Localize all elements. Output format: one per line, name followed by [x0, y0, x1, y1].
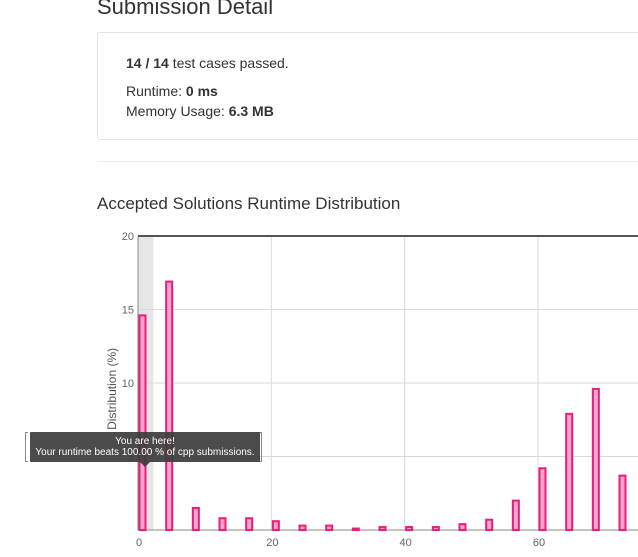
result-panel: 14 / 14 test cases passed. Runtime: 0 ms…: [97, 32, 638, 140]
tooltip-text: Your runtime beats 100.00 % of cpp submi…: [35, 447, 255, 458]
x-tick-label: 60: [533, 537, 545, 549]
bar: [405, 526, 414, 531]
x-tick-label: 0: [136, 537, 142, 549]
bar: [431, 526, 440, 531]
bar: [218, 517, 227, 531]
bar: [565, 412, 574, 531]
x-tick-label: 20: [266, 537, 278, 549]
bar: [298, 524, 307, 531]
test-cases-line: 14 / 14 test cases passed.: [126, 55, 289, 71]
bar: [325, 524, 334, 531]
runtime-tooltip: You are here! Your runtime beats 100.00 …: [30, 432, 260, 462]
bar: [591, 387, 600, 531]
memory-line: Memory Usage: 6.3 MB: [126, 103, 274, 119]
x-tick-label: 40: [400, 537, 412, 549]
runtime-line: Runtime: 0 ms: [126, 83, 218, 99]
distribution-title: Accepted Solutions Runtime Distribution: [97, 194, 401, 213]
test-cases-suffix: test cases passed.: [168, 55, 289, 71]
bar: [378, 526, 387, 531]
bar: [485, 518, 494, 531]
memory-label: Memory Usage:: [126, 103, 229, 119]
tooltip-arrow: [140, 462, 150, 467]
bar: [458, 523, 467, 531]
bar: [618, 474, 627, 531]
bar: [538, 467, 547, 531]
page-title: Submission Detail: [97, 0, 274, 19]
y-tick-label: 20: [122, 231, 134, 243]
bar: [138, 314, 147, 531]
bar: [165, 280, 174, 531]
y-tick-label: 15: [122, 305, 134, 317]
bar: [511, 499, 520, 532]
tooltip-bracket-left: [25, 432, 28, 462]
y-tick-label: 10: [122, 378, 134, 390]
bar: [271, 520, 280, 531]
bar: [191, 506, 200, 532]
memory-value: 6.3 MB: [228, 103, 274, 119]
tooltip-title: You are here!: [115, 436, 175, 447]
runtime-label: Runtime:: [126, 83, 186, 99]
test-cases-count: 14 / 14: [126, 55, 169, 71]
bar: [245, 517, 254, 531]
y-axis-label: Distribution (%): [105, 348, 119, 430]
runtime-value: 0 ms: [185, 83, 218, 99]
bar: [351, 527, 360, 531]
runtime-distribution-chart: 51015200204060Distribution (%): [105, 231, 638, 549]
divider: [97, 161, 638, 162]
